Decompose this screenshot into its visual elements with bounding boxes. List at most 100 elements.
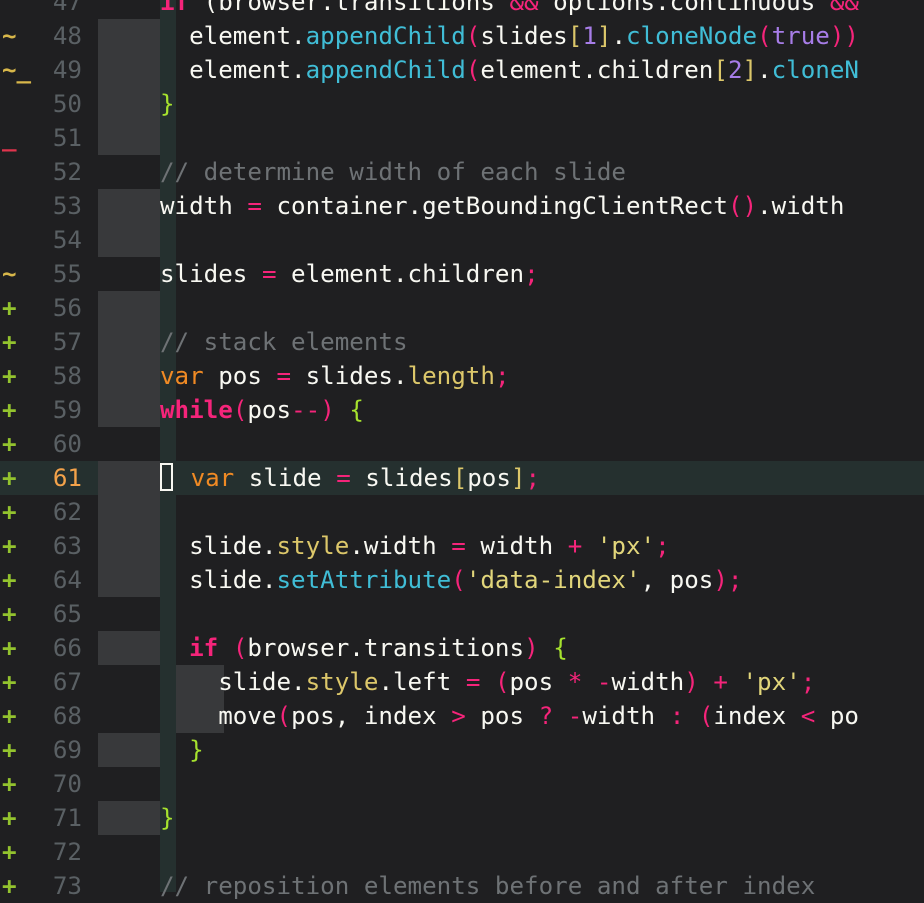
code-token: ); [713, 566, 743, 594]
code-line[interactable]: +71} [0, 801, 924, 835]
line-number[interactable]: 67 [30, 665, 82, 699]
code-text[interactable]: } [160, 87, 175, 121]
code-line[interactable]: +64 slide.setAttribute('data-index', pos… [0, 563, 924, 597]
line-number[interactable]: 63 [30, 529, 82, 563]
code-text[interactable]: element.appendChild(slides[1].cloneNode(… [160, 19, 859, 53]
line-number[interactable]: 69 [30, 733, 82, 767]
line-number[interactable]: 50 [30, 87, 82, 121]
code-line[interactable]: +67 slide.style.left = (pos * -width) + … [0, 665, 924, 699]
code-token: && [829, 0, 859, 16]
code-text[interactable]: var slide = slides[pos]; [160, 461, 540, 495]
line-number[interactable]: 56 [30, 291, 82, 325]
line-number[interactable]: 73 [30, 869, 82, 903]
line-number[interactable]: 59 [30, 393, 82, 427]
code-text[interactable]: // determine width of each slide [160, 155, 626, 189]
line-number[interactable]: 66 [30, 631, 82, 665]
code-text[interactable]: // stack elements [160, 325, 408, 359]
code-token: - [567, 702, 583, 730]
code-line[interactable]: 47 if (browser.transitions && options.con… [0, 0, 924, 19]
code-text[interactable]: slide.style.width = width + 'px'; [160, 529, 670, 563]
code-line[interactable]: ~_ 49 element.appendChild(element.childre… [0, 53, 924, 87]
code-token: ( [698, 702, 714, 730]
code-token: ? [538, 702, 554, 730]
code-line[interactable]: +69 } [0, 733, 924, 767]
code-token: var [160, 362, 204, 390]
code-line[interactable]: +73 // reposition elements before and aft… [0, 869, 924, 903]
code-token: style [305, 668, 379, 696]
code-token: setAttribute [276, 566, 452, 594]
line-number[interactable]: 51 [30, 121, 82, 155]
code-line[interactable]: 52 // determine width of each slide [0, 155, 924, 189]
line-number[interactable]: 47 [30, 0, 82, 19]
line-number[interactable]: 68 [30, 699, 82, 733]
code-editor[interactable]: 47 if (browser.transitions && options.con… [0, 0, 924, 900]
line-number[interactable]: 60 [30, 427, 82, 461]
code-token: ) [320, 396, 335, 424]
line-number[interactable]: 61 [30, 461, 82, 495]
line-number[interactable]: 64 [30, 563, 82, 597]
git-gutter-sign [2, 87, 30, 121]
line-number[interactable]: 49 [30, 53, 82, 87]
code-line[interactable]: +65 [0, 597, 924, 631]
code-text[interactable]: slide.setAttribute('data-index', pos); [160, 563, 743, 597]
line-number[interactable]: 71 [30, 801, 82, 835]
line-number[interactable]: 58 [30, 359, 82, 393]
line-number[interactable]: 72 [30, 835, 82, 869]
code-text[interactable]: width = container.getBoundingClientRect(… [160, 189, 844, 223]
code-token: // reposition elements before and after … [160, 872, 816, 900]
code-token: = [276, 362, 292, 390]
code-line[interactable]: +70 [0, 767, 924, 801]
code-token: // determine width of each slide [160, 158, 626, 186]
code-text[interactable]: element.appendChild(element.children[2].… [160, 53, 859, 87]
code-line[interactable]: 53 width = container.getBoundingClientRec… [0, 189, 924, 223]
code-text[interactable]: move(pos, index > pos ? -width : (index … [160, 699, 859, 733]
code-line[interactable]: +57 // stack elements [0, 325, 924, 359]
line-number[interactable]: 52 [30, 155, 82, 189]
code-token: = [451, 532, 466, 560]
code-line[interactable]: ~48 element.appendChild(slides[1].cloneN… [0, 19, 924, 53]
code-text[interactable]: slide.style.left = (pos * -width) + 'px'… [160, 665, 815, 699]
code-line[interactable]: +66 if (browser.transitions) { [0, 631, 924, 665]
code-token: ) [684, 668, 699, 696]
code-text[interactable]: slides = element.children; [160, 257, 539, 291]
code-token: if [160, 0, 190, 16]
code-text[interactable]: } [160, 801, 175, 835]
line-number[interactable]: 54 [30, 223, 82, 257]
line-number[interactable]: 65 [30, 597, 82, 631]
line-number[interactable]: 53 [30, 189, 82, 223]
line-number[interactable]: 62 [30, 495, 82, 529]
line-number[interactable]: 55 [30, 257, 82, 291]
code-text[interactable]: if (browser.transitions) { [160, 631, 568, 665]
code-line[interactable]: +56 [0, 291, 924, 325]
code-line[interactable]: +58 var pos = slides.length; [0, 359, 924, 393]
code-line[interactable]: +72 [0, 835, 924, 869]
code-text[interactable]: if (browser.transitions && options.conti… [160, 0, 859, 19]
code-line[interactable]: ~55 slides = element.children; [0, 257, 924, 291]
git-gutter-sign: + [2, 498, 17, 526]
code-text[interactable]: var pos = slides.length; [160, 359, 510, 393]
line-number[interactable]: 57 [30, 325, 82, 359]
code-line[interactable]: +60 [0, 427, 924, 461]
code-text[interactable]: // reposition elements before and after … [160, 869, 815, 903]
code-token: browser.transitions [247, 634, 525, 662]
code-line[interactable]: +61 var slide = slides[pos]; [0, 461, 924, 495]
code-line[interactable]: +68 move(pos, index > pos ? -width : (in… [0, 699, 924, 733]
code-line[interactable]: _ 51 [0, 121, 924, 155]
code-token: slides [480, 22, 568, 50]
code-line[interactable]: +59 while(pos--) { [0, 393, 924, 427]
git-gutter-sign: + [2, 328, 17, 356]
code-token: style [276, 532, 350, 560]
line-number[interactable]: 48 [30, 19, 82, 53]
indent-marker [98, 563, 160, 597]
code-line[interactable]: 50} [0, 87, 924, 121]
code-line[interactable]: +63 slide.style.width = width + 'px'; [0, 529, 924, 563]
line-number[interactable]: 70 [30, 767, 82, 801]
code-text[interactable]: while(pos--) { [160, 393, 364, 427]
code-text[interactable]: } [160, 733, 204, 767]
code-line[interactable]: +62 [0, 495, 924, 529]
code-token: slide [234, 464, 337, 492]
code-line[interactable]: 54 [0, 223, 924, 257]
